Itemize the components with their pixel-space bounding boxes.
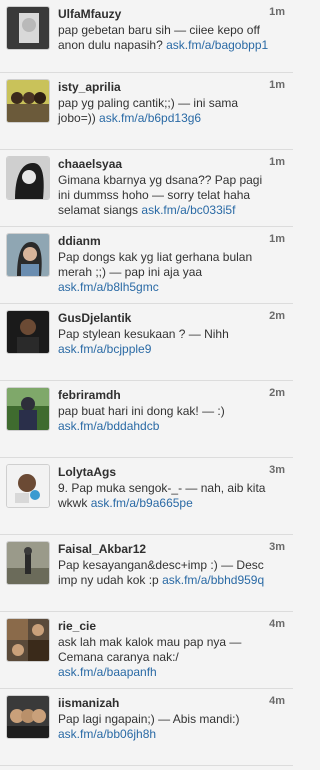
avatar[interactable] [6,6,50,50]
tweet-time: 3m [269,464,285,476]
tweet-time: 4m [269,618,285,630]
tweet-text: 9. Pap muka sengok-_- — nah, aib kita wk… [58,481,285,511]
tweet-username[interactable]: rie_cie [58,618,96,634]
tweet-time: 4m [269,695,285,707]
avatar[interactable] [6,233,50,277]
tweet-username[interactable]: isty_aprilia [58,79,121,95]
tweet-link[interactable]: ask.fm/a/bcjpple9 [58,342,151,356]
tweet-text: Gimana kbarnya yg dsana?? Pap pagi ini d… [58,173,285,218]
tweet-item[interactable]: LolytaAgs 3m 9. Pap muka sengok-_- — nah… [0,458,293,535]
avatar[interactable] [6,310,50,354]
tweet-body: pap buat hari ini dong kak! — :) [58,404,225,418]
tweet-username[interactable]: iismanizah [58,695,119,711]
tweet-body: Pap stylean kesukaan ? — Nihh [58,327,229,341]
tweet-username[interactable]: UlfaMfauzy [58,6,121,22]
tweet-username[interactable]: chaaelsyaa [58,156,122,172]
tweet-feed: UlfaMfauzy 1m pap gebetan baru sih — cii… [0,0,293,766]
tweet-text: Pap kesayangan&desc+imp :) — Desc imp ny… [58,558,285,588]
tweet-time: 2m [269,310,285,322]
tweet-link[interactable]: ask.fm/a/bddahdcb [58,419,159,433]
tweet-link[interactable]: ask.fm/a/baapanfh [58,665,157,679]
tweet-time: 1m [269,79,285,91]
avatar[interactable] [6,464,50,508]
tweet-username[interactable]: ddianm [58,233,101,249]
tweet-item[interactable]: isty_aprilia 1m pap yg paling cantik;;) … [0,73,293,150]
tweet-time: 3m [269,541,285,553]
tweet-text: Pap dongs kak yg liat gerhana bulan mera… [58,250,285,295]
tweet-username[interactable]: Faisal_Akbar12 [58,541,146,557]
tweet-text: pap buat hari ini dong kak! — :) ask.fm/… [58,404,285,434]
tweet-text: pap gebetan baru sih — ciiee kepo off an… [58,23,285,53]
tweet-item[interactable]: Faisal_Akbar12 3m Pap kesayangan&desc+im… [0,535,293,612]
tweet-link[interactable]: ask.fm/a/b9a665pe [91,496,193,510]
tweet-body: Pap lagi ngapain;) — Abis mandi:) [58,712,240,726]
tweet-username[interactable]: GusDjelantik [58,310,131,326]
tweet-time: 2m [269,387,285,399]
tweet-item[interactable]: rie_cie 4m ask lah mak kalok mau pap nya… [0,612,293,689]
tweet-time: 1m [269,6,285,18]
tweet-username[interactable]: LolytaAgs [58,464,116,480]
avatar[interactable] [6,156,50,200]
tweet-link[interactable]: ask.fm/a/bc033i5f [141,203,235,217]
tweet-body: ask lah mak kalok mau pap nya — Cemana c… [58,635,242,664]
tweet-item[interactable]: iismanizah 4m Pap lagi ngapain;) — Abis … [0,689,293,766]
tweet-text: pap yg paling cantik;;) — ini sama jobo=… [58,96,285,126]
tweet-username[interactable]: febriramdh [58,387,121,403]
tweet-item[interactable]: GusDjelantik 2m Pap stylean kesukaan ? —… [0,304,293,381]
avatar[interactable] [6,79,50,123]
tweet-link[interactable]: ask.fm/a/bagobpp1 [166,38,268,52]
tweet-text: Pap lagi ngapain;) — Abis mandi:) ask.fm… [58,712,285,742]
tweet-link[interactable]: ask.fm/a/bbhd959q [162,573,264,587]
tweet-item[interactable]: chaaelsyaa 1m Gimana kbarnya yg dsana?? … [0,150,293,227]
tweet-text: ask lah mak kalok mau pap nya — Cemana c… [58,635,285,680]
tweet-time: 1m [269,233,285,245]
avatar[interactable] [6,695,50,739]
avatar[interactable] [6,541,50,585]
avatar[interactable] [6,618,50,662]
tweet-link[interactable]: ask.fm/a/b8lh5gmc [58,280,159,294]
avatar[interactable] [6,387,50,431]
tweet-body: Pap dongs kak yg liat gerhana bulan mera… [58,250,253,279]
tweet-item[interactable]: ddianm 1m Pap dongs kak yg liat gerhana … [0,227,293,304]
tweet-link[interactable]: ask.fm/a/b6pd13g6 [99,111,201,125]
tweet-time: 1m [269,156,285,168]
tweet-item[interactable]: UlfaMfauzy 1m pap gebetan baru sih — cii… [0,0,293,73]
tweet-text: Pap stylean kesukaan ? — Nihh ask.fm/a/b… [58,327,285,357]
tweet-item[interactable]: febriramdh 2m pap buat hari ini dong kak… [0,381,293,458]
tweet-link[interactable]: ask.fm/a/bb06jh8h [58,727,156,741]
